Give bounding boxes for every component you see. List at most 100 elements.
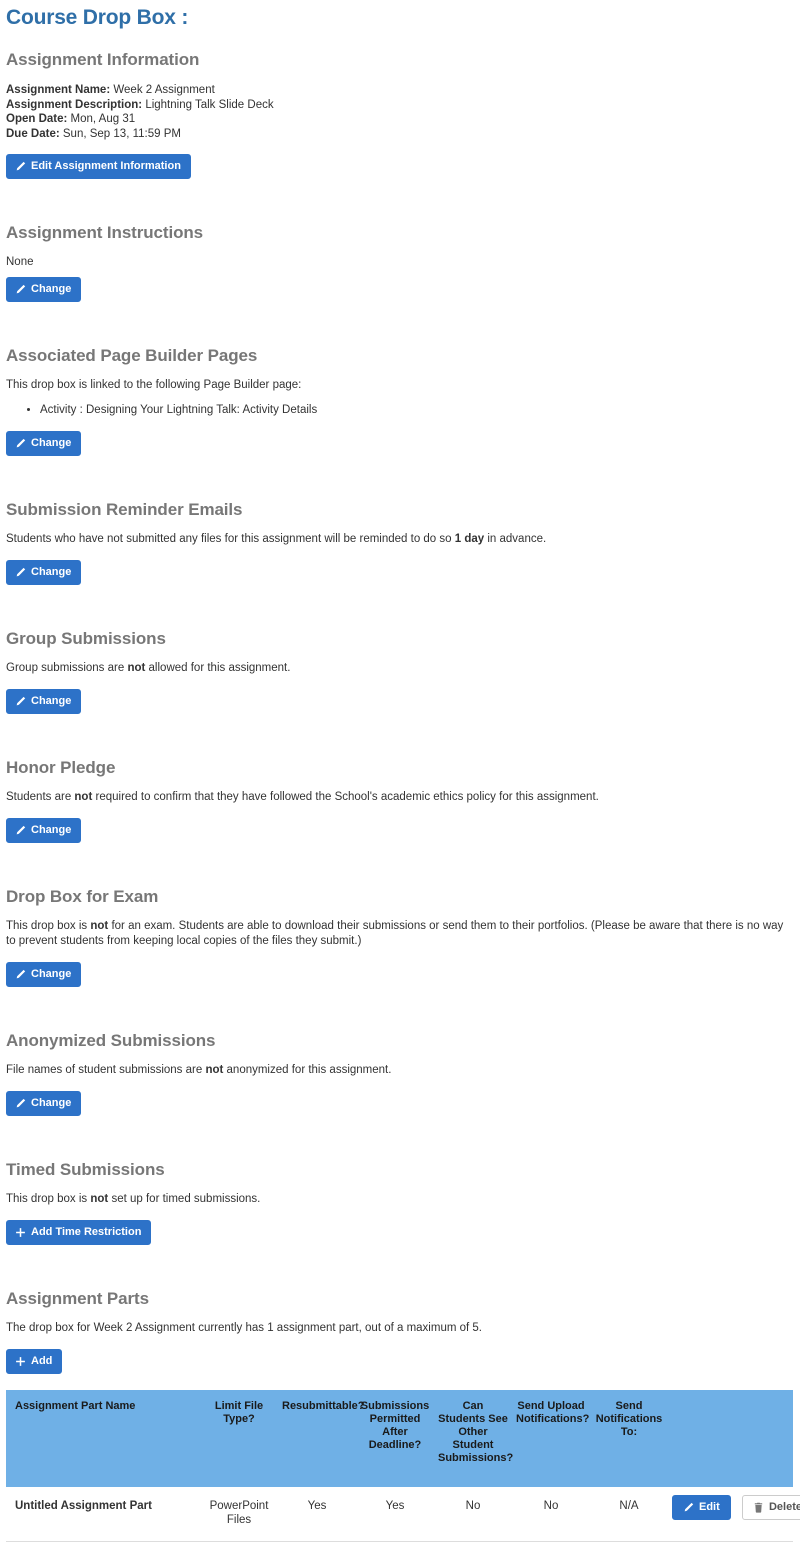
- course-drop-box-page: Course Drop Box : Assignment Information…: [0, 0, 800, 1542]
- cell-row-actions: Edit Delete: [668, 1487, 800, 1542]
- pencil-icon: [15, 284, 26, 295]
- group-submissions-text-bold: not: [127, 662, 146, 674]
- change-assignment-instructions-label: Change: [31, 283, 72, 295]
- delete-assignment-part-button[interactable]: Delete: [741, 1495, 800, 1520]
- change-assignment-instructions-button[interactable]: Change: [6, 277, 82, 302]
- section-heading-reminder-emails: Submission Reminder Emails: [6, 500, 243, 519]
- group-submissions-text-before: Group submissions are: [6, 662, 128, 674]
- section-assignment-instructions: Assignment Instructions None Change: [6, 223, 794, 302]
- field-label-assignment-name: Assignment Name:: [6, 84, 111, 96]
- field-value-assignment-name: Week 2 Assignment: [113, 84, 215, 96]
- field-label-due-date: Due Date:: [6, 127, 60, 140]
- drop-box-for-exam-text-bold: not: [90, 920, 109, 932]
- pencil-icon: [15, 825, 26, 836]
- change-drop-box-for-exam-label: Change: [31, 968, 72, 980]
- anonymized-submissions-text-before: File names of student submissions are: [6, 1064, 206, 1076]
- plus-icon: [15, 1356, 26, 1367]
- change-anonymized-submissions-button[interactable]: Change: [6, 1091, 82, 1116]
- group-submissions-actions: Change: [6, 689, 794, 714]
- plus-icon: [15, 1227, 26, 1238]
- section-group-submissions: Group Submissions Group submissions are …: [6, 629, 794, 714]
- section-associated-page-builder-pages: Associated Page Builder Pages This drop …: [6, 346, 794, 456]
- change-anonymized-submissions-label: Change: [31, 1097, 72, 1109]
- edit-assignment-information-label: Edit Assignment Information: [31, 160, 181, 172]
- assignment-information-fields: Assignment Name: Week 2 Assignment Assig…: [6, 83, 794, 141]
- assignment-instructions-actions: Change: [6, 277, 794, 302]
- cell-send-upload-notifications: No: [512, 1487, 590, 1542]
- drop-box-for-exam-text-after: for an exam. Students are able to downlo…: [6, 920, 784, 947]
- assignment-information-actions: Edit Assignment Information: [6, 154, 794, 179]
- add-time-restriction-button[interactable]: Add Time Restriction: [6, 1220, 152, 1245]
- assignment-parts-table-header: Assignment Part Name Limit File Type? Re…: [6, 1390, 793, 1487]
- pencil-icon: [15, 1098, 26, 1109]
- trash-icon: [753, 1502, 764, 1513]
- field-value-assignment-description: Lightning Talk Slide Deck: [145, 98, 274, 111]
- drop-box-for-exam-text: This drop box is not for an exam. Studen…: [6, 919, 794, 949]
- field-value-open-date: Mon, Aug 31: [70, 113, 136, 125]
- change-honor-pledge-button[interactable]: Change: [6, 818, 82, 843]
- associated-pages-list: Activity : Designing Your Lightning Talk…: [6, 402, 794, 418]
- honor-pledge-text-bold: not: [74, 791, 93, 803]
- timed-submissions-text-before: This drop box is: [6, 1193, 91, 1205]
- section-anonymized-submissions: Anonymized Submissions File names of stu…: [6, 1031, 794, 1116]
- change-associated-pages-button[interactable]: Change: [6, 431, 82, 456]
- honor-pledge-actions: Change: [6, 818, 794, 843]
- delete-assignment-part-label: Delete: [768, 1501, 800, 1513]
- section-timed-submissions: Timed Submissions This drop box is not s…: [6, 1160, 794, 1245]
- page-title: Course Drop Box :: [6, 6, 189, 29]
- section-heading-drop-box-for-exam: Drop Box for Exam: [6, 887, 159, 906]
- column-header-assignment-part-name: Assignment Part Name: [6, 1390, 200, 1487]
- section-assignment-parts: Assignment Parts The drop box for Week 2…: [6, 1289, 800, 1542]
- section-drop-box-for-exam: Drop Box for Exam This drop box is not f…: [6, 887, 794, 987]
- field-assignment-name: Assignment Name: Week 2 Assignment: [6, 83, 794, 98]
- field-assignment-description: Assignment Description: Lightning Talk S…: [6, 98, 794, 113]
- reminder-emails-text-before: Students who have not submitted any file…: [6, 533, 455, 545]
- change-reminder-emails-button[interactable]: Change: [6, 560, 82, 585]
- field-label-open-date: Open Date:: [6, 113, 68, 125]
- change-honor-pledge-label: Change: [31, 824, 72, 836]
- section-heading-assignment-instructions: Assignment Instructions: [6, 223, 204, 242]
- timed-submissions-actions: Add Time Restriction: [6, 1220, 794, 1245]
- field-due-date: Due Date: Sun, Sep 13, 11:59 PM: [6, 127, 794, 142]
- pencil-icon: [683, 1502, 694, 1513]
- add-assignment-part-button[interactable]: Add: [6, 1349, 63, 1374]
- field-value-due-date: Sun, Sep 13, 11:59 PM: [62, 127, 181, 140]
- cell-send-notifications-to: N/A: [590, 1487, 668, 1542]
- assignment-instructions-text: None: [6, 256, 34, 268]
- edit-assignment-information-button[interactable]: Edit Assignment Information: [6, 154, 191, 179]
- change-group-submissions-button[interactable]: Change: [6, 689, 82, 714]
- table-header-row: Assignment Part Name Limit File Type? Re…: [6, 1390, 793, 1487]
- column-header-send-upload-notifications: Send Upload Notifications?: [512, 1390, 590, 1487]
- change-drop-box-for-exam-button[interactable]: Change: [6, 962, 82, 987]
- assignment-parts-actions: Add: [6, 1349, 794, 1374]
- cell-students-see-other: No: [434, 1487, 512, 1542]
- column-header-can-students-see-other-student-submissions: Can Students See Other Student Submissio…: [434, 1390, 513, 1487]
- pencil-icon: [15, 161, 26, 172]
- assignment-parts-table: Assignment Part Name Limit File Type? Re…: [6, 1390, 800, 1542]
- section-heading-assignment-parts: Assignment Parts: [6, 1289, 149, 1308]
- section-assignment-information: Assignment Information Assignment Name: …: [6, 50, 794, 179]
- section-heading-assignment-information: Assignment Information: [6, 50, 200, 69]
- column-header-actions: [668, 1390, 793, 1487]
- cell-resubmittable: Yes: [278, 1487, 356, 1542]
- add-time-restriction-label: Add Time Restriction: [31, 1226, 142, 1238]
- section-heading-timed-submissions: Timed Submissions: [6, 1160, 165, 1179]
- group-submissions-text-after: allowed for this assignment.: [145, 662, 291, 674]
- edit-assignment-part-label: Edit: [699, 1501, 720, 1513]
- edit-assignment-part-button[interactable]: Edit: [672, 1495, 731, 1520]
- cell-assignment-part-name: Untitled Assignment Part: [6, 1487, 200, 1542]
- list-item: Activity : Designing Your Lightning Talk…: [40, 402, 794, 418]
- timed-submissions-text-after: set up for timed submissions.: [108, 1193, 261, 1205]
- field-open-date: Open Date: Mon, Aug 31: [6, 112, 794, 127]
- drop-box-for-exam-actions: Change: [6, 962, 794, 987]
- column-header-submissions-permitted-after-deadline: Submissions Permitted After Deadline?: [356, 1390, 434, 1487]
- section-heading-anonymized-submissions: Anonymized Submissions: [6, 1031, 216, 1050]
- column-header-limit-file-type: Limit File Type?: [200, 1390, 278, 1487]
- section-heading-associated-pages: Associated Page Builder Pages: [6, 346, 258, 365]
- assignment-parts-text: The drop box for Week 2 Assignment curre…: [6, 1322, 482, 1334]
- reminder-emails-text-after: in advance.: [484, 533, 547, 545]
- anonymized-submissions-text: File names of student submissions are no…: [6, 1063, 794, 1078]
- add-assignment-part-label: Add: [31, 1355, 53, 1367]
- honor-pledge-text-after: required to confirm that they have follo…: [92, 791, 599, 803]
- cell-limit-file-type: PowerPoint Files: [200, 1487, 278, 1542]
